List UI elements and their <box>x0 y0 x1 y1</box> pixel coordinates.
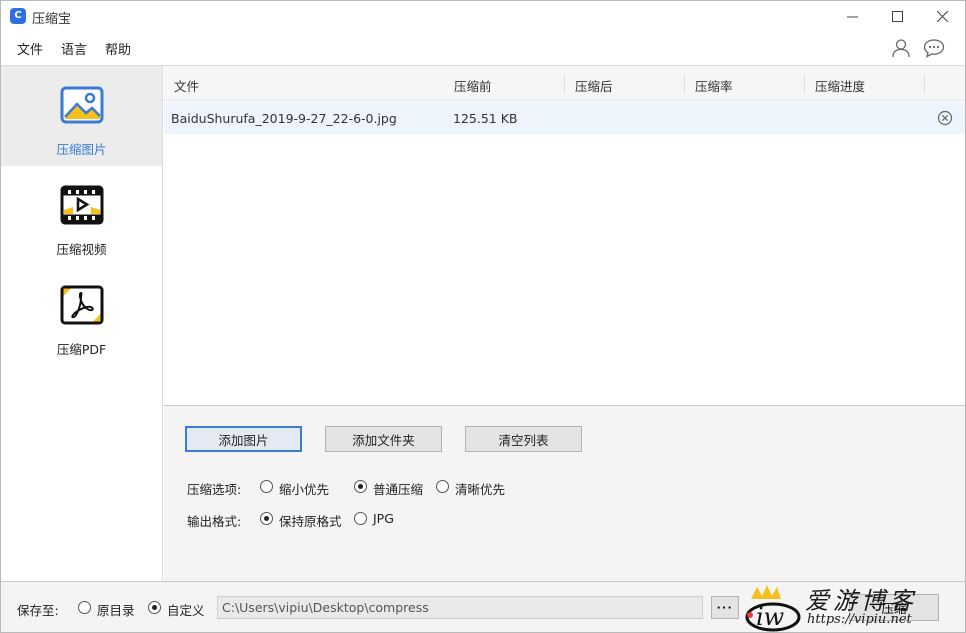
radio-label: 保持原格式 <box>279 514 342 529</box>
column-header-file: 文件 <box>174 79 200 94</box>
sidebar: 压缩图片 压缩视频 压缩PDF <box>1 66 163 581</box>
compress-options-label: 压缩选项: <box>187 482 242 497</box>
radio-compress-clarity[interactable] <box>436 480 449 493</box>
clear-list-button[interactable]: 清空列表 <box>465 426 582 452</box>
table-row[interactable]: BaiduShurufa_2019-9-27_22-6-0.jpg 125.51… <box>164 102 965 134</box>
add-folder-button[interactable]: 添加文件夹 <box>325 426 442 452</box>
column-separator <box>804 74 805 94</box>
sidebar-item-label: 压缩PDF <box>56 342 107 357</box>
column-header-before: 压缩前 <box>454 79 492 94</box>
minimize-button[interactable] <box>829 1 875 31</box>
window-title: 压缩宝 <box>32 12 72 27</box>
save-to-label: 保存至: <box>17 603 59 618</box>
menu-help[interactable]: 帮助 <box>105 39 131 58</box>
column-separator <box>684 74 685 94</box>
sidebar-item-label: 压缩图片 <box>56 142 107 157</box>
cell-file-name: BaiduShurufa_2019-9-27_22-6-0.jpg <box>171 111 397 126</box>
sidebar-item-label: 压缩视频 <box>56 242 107 257</box>
title-bar: C 压缩宝 <box>1 1 965 31</box>
column-header-ratio: 压缩率 <box>695 79 733 94</box>
add-image-button[interactable]: 添加图片 <box>185 426 302 452</box>
start-compress-button[interactable]: 压缩 <box>849 594 939 621</box>
radio-compress-smallest[interactable] <box>260 480 273 493</box>
radio-label: 原目录 <box>97 603 135 618</box>
pdf-icon <box>60 285 104 325</box>
minimize-icon <box>846 16 858 17</box>
save-bar: 保存至: 原目录 自定义 C:\Users\vipiu\Desktop\comp… <box>1 582 965 632</box>
video-icon <box>60 185 104 225</box>
sidebar-item-compress-video[interactable]: 压缩视频 <box>1 166 162 266</box>
column-header-after: 压缩后 <box>575 79 613 94</box>
menu-language[interactable]: 语言 <box>61 39 87 58</box>
sidebar-item-compress-pdf[interactable]: 压缩PDF <box>1 266 162 366</box>
table-header: 文件 压缩前 压缩后 压缩率 压缩进度 <box>164 66 965 101</box>
browse-button[interactable]: ··· <box>711 596 739 619</box>
column-header-progress: 压缩进度 <box>815 79 866 94</box>
radio-label: JPG <box>373 511 394 526</box>
app-window: C 压缩宝 文件 语言 帮助 压缩图片 压缩视频 压缩PDF 文件 压缩前 压缩… <box>0 0 966 633</box>
file-table: 文件 压缩前 压缩后 压缩率 压缩进度 BaiduShurufa_2019-9-… <box>164 66 965 405</box>
maximize-button[interactable] <box>874 1 920 31</box>
output-format-label: 输出格式: <box>187 514 242 529</box>
radio-compress-normal[interactable] <box>354 480 367 493</box>
radio-original-dir[interactable] <box>78 601 91 614</box>
column-separator <box>564 74 565 94</box>
column-separator <box>924 74 925 94</box>
chat-icon[interactable] <box>923 38 945 58</box>
menu-file[interactable]: 文件 <box>17 39 43 58</box>
sidebar-item-compress-image[interactable]: 压缩图片 <box>1 66 162 166</box>
radio-keep-format[interactable] <box>260 512 273 525</box>
output-path-field[interactable]: C:\Users\vipiu\Desktop\compress <box>217 596 703 619</box>
radio-label: 缩小优先 <box>279 482 330 497</box>
radio-label: 自定义 <box>167 603 205 618</box>
close-button[interactable] <box>919 1 965 31</box>
app-logo-icon: C <box>10 8 26 24</box>
maximize-icon <box>891 10 903 22</box>
menu-bar: 文件 语言 帮助 <box>1 33 965 61</box>
remove-row-icon[interactable] <box>937 110 953 126</box>
cell-size-before: 125.51 KB <box>453 111 518 126</box>
user-icon[interactable] <box>891 38 911 58</box>
close-icon <box>936 10 948 22</box>
radio-label: 普通压缩 <box>373 482 424 497</box>
options-panel: 添加图片 添加文件夹 清空列表 压缩选项: 缩小优先 普通压缩 清晰优先 输出格… <box>164 406 965 581</box>
image-icon <box>60 86 104 124</box>
radio-label: 清晰优先 <box>455 482 506 497</box>
radio-custom-dir[interactable] <box>148 601 161 614</box>
radio-jpg[interactable] <box>354 512 367 525</box>
